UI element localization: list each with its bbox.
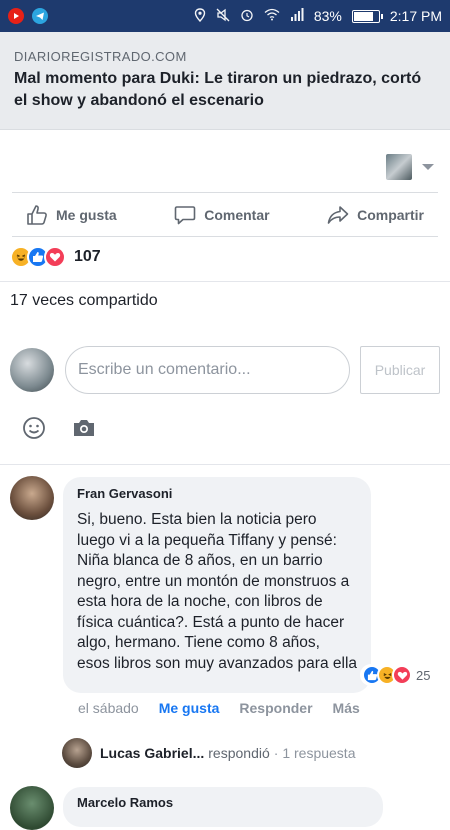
reaction-count: 107 xyxy=(74,248,101,265)
divider xyxy=(0,281,450,282)
page-avatar xyxy=(386,154,412,180)
comment-more-button[interactable]: Más xyxy=(333,700,360,716)
battery-percent: 83% xyxy=(313,8,342,24)
mute-icon xyxy=(216,8,230,25)
comment-author[interactable]: Marcelo Ramos xyxy=(77,795,369,810)
publish-button[interactable]: Publicar xyxy=(360,346,440,394)
comment-author[interactable]: Fran Gervasoni xyxy=(77,486,357,501)
chevron-down-icon xyxy=(422,164,434,170)
reply-count: · 1 respuesta xyxy=(273,745,356,761)
love-reaction-icon xyxy=(44,246,66,268)
comment-reaction-count: 25 xyxy=(416,667,431,683)
page-selector[interactable] xyxy=(386,154,434,180)
comment-like-button[interactable]: Me gusta xyxy=(159,700,220,716)
reply-author: Lucas Gabriel... xyxy=(100,745,205,761)
share-count[interactable]: 17 veces compartido xyxy=(10,292,158,310)
avatar xyxy=(10,348,54,392)
status-bar: 83% 2:17 PM xyxy=(0,0,450,32)
battery-level xyxy=(353,11,374,21)
composer-tools xyxy=(22,416,96,445)
emoji-icon[interactable] xyxy=(22,416,46,445)
comment-label: Comentar xyxy=(204,206,270,223)
like-label: Me gusta xyxy=(56,206,117,223)
battery-icon xyxy=(351,9,383,23)
clock: 2:17 PM xyxy=(389,8,442,24)
comment-text: Si, bueno. Esta bien la noticia pero lue… xyxy=(77,511,358,672)
like-button[interactable]: Me gusta xyxy=(26,204,117,226)
youtube-icon xyxy=(8,8,24,24)
comment-bubble[interactable]: Fran Gervasoni Si, bueno. Esta bien la n… xyxy=(63,477,371,693)
comment-bubble[interactable]: Marcelo Ramos xyxy=(63,787,383,827)
divider xyxy=(0,464,450,465)
share-label: Compartir xyxy=(357,206,424,223)
link-preview[interactable]: DIARIOREGISTRADO.COM Mal momento para Du… xyxy=(0,32,450,130)
comment-reply-button[interactable]: Responder xyxy=(239,700,312,716)
link-domain: DIARIOREGISTRADO.COM xyxy=(14,49,187,64)
wifi-icon xyxy=(264,8,280,24)
telegram-icon xyxy=(32,8,48,24)
love-reaction-icon xyxy=(392,665,412,685)
comment-avatar[interactable] xyxy=(10,786,54,830)
thumbs-up-icon xyxy=(27,204,47,225)
comment-time: el sábado xyxy=(78,700,139,716)
post-action-bar: Me gusta Comentar Compartir xyxy=(12,192,438,237)
alarm-icon xyxy=(240,8,254,25)
location-icon xyxy=(194,7,206,25)
reactions-summary[interactable]: 107 xyxy=(10,246,101,268)
share-icon xyxy=(327,205,349,224)
reply-action: respondió xyxy=(208,745,270,761)
comment-reactions[interactable]: 25 xyxy=(360,664,433,686)
reply-preview[interactable]: Lucas Gabriel... respondió · 1 respuesta xyxy=(62,738,355,768)
camera-icon[interactable] xyxy=(72,417,96,444)
reply-avatar xyxy=(62,738,92,768)
comment-composer: Escribe un comentario... Publicar xyxy=(10,344,440,396)
link-title: Mal momento para Duki: Le tiraron un pie… xyxy=(14,70,422,109)
comment-meta: el sábado Me gusta Responder Más xyxy=(78,700,360,716)
signal-icon xyxy=(290,8,304,24)
comment-button[interactable]: Comentar xyxy=(174,204,270,226)
comment-avatar[interactable] xyxy=(10,476,54,520)
share-button[interactable]: Compartir xyxy=(327,204,424,226)
comment-input[interactable]: Escribe un comentario... xyxy=(65,346,350,394)
comment-icon xyxy=(174,205,196,224)
